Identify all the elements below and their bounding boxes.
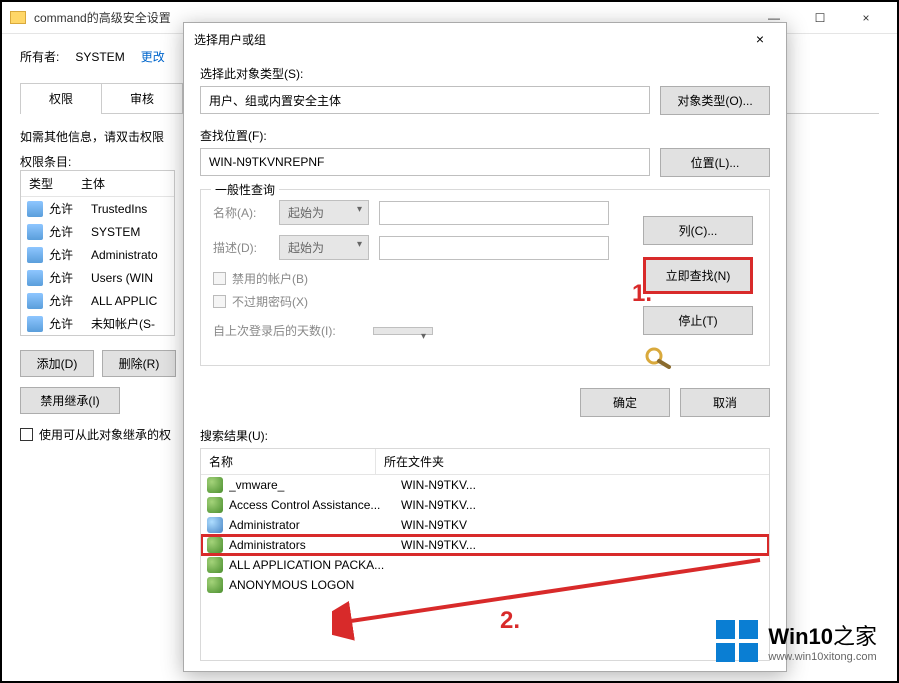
result-name: Administrator [229, 518, 395, 532]
annotation-2: 2. [500, 607, 520, 635]
result-name: Administrators [229, 538, 395, 552]
user-icon [207, 517, 223, 533]
result-folder: WIN-N9TKV... [401, 478, 476, 492]
disabled-accounts-checkbox[interactable] [213, 272, 226, 285]
desc-label: 描述(D): [213, 239, 269, 256]
common-queries-group: 一般性查询 名称(A): 起始为 描述(D): 起始为 禁用的帐户(B) 不过期… [200, 189, 770, 366]
watermark-url: www.win10xitong.com [768, 651, 877, 663]
perm-row[interactable]: 允许未知帐户(S- [21, 312, 174, 335]
group-icon [207, 557, 223, 573]
result-row[interactable]: Access Control Assistance... WIN-N9TKV... [201, 495, 769, 515]
location-label: 查找位置(F): [200, 127, 770, 144]
search-icon [643, 347, 673, 369]
desc-combo[interactable]: 起始为 [279, 235, 369, 260]
name-combo[interactable]: 起始为 [279, 200, 369, 225]
search-results-list[interactable]: 名称 所在文件夹 _vmware_WIN-N9TKV...Access Cont… [200, 448, 770, 661]
tab-permissions[interactable]: 权限 [20, 83, 102, 113]
stop-button[interactable]: 停止(T) [643, 306, 753, 335]
perm-row[interactable]: 允许Administrato [21, 243, 174, 266]
disable-inheritance-button[interactable]: 禁用继承(I) [20, 387, 120, 414]
watermark-brand: Win10 [768, 624, 833, 649]
col-type: 类型 [21, 171, 73, 196]
perm-row[interactable]: 允许SYSTEM [21, 220, 174, 243]
days-since-logon-label: 自上次登录后的天数(I): [213, 322, 363, 339]
result-row[interactable]: Administrator WIN-N9TKV [201, 515, 769, 535]
user-icon [27, 224, 43, 240]
owner-value: SYSTEM [75, 50, 124, 64]
annotation-1: 1. [632, 280, 652, 308]
object-types-button[interactable]: 对象类型(O)... [660, 86, 770, 115]
watermark: Win10之家 www.win10xitong.com [716, 619, 877, 663]
result-name: ALL APPLICATION PACKA... [229, 558, 395, 572]
remove-button[interactable]: 删除(R) [102, 350, 176, 377]
result-row[interactable]: ANONYMOUS LOGON [201, 575, 769, 595]
days-combo[interactable] [373, 327, 433, 335]
ok-button[interactable]: 确定 [580, 388, 670, 417]
result-name: ANONYMOUS LOGON [229, 578, 395, 592]
dlg-close-button[interactable]: × [744, 27, 776, 51]
user-icon [27, 316, 43, 332]
user-icon [27, 201, 43, 217]
name-input[interactable] [379, 201, 609, 225]
windows-logo-icon [716, 620, 758, 662]
watermark-suffix: 之家 [833, 624, 877, 649]
name-label: 名称(A): [213, 204, 269, 221]
change-owner-link[interactable]: 更改 [141, 48, 165, 65]
tab-auditing[interactable]: 审核 [101, 83, 183, 113]
result-folder: WIN-N9TKV... [401, 498, 476, 512]
permission-list[interactable]: 类型 主体 允许TrustedIns 允许SYSTEM 允许Administra… [20, 170, 175, 336]
user-icon [27, 293, 43, 309]
perm-row[interactable]: 允许ALL APPLIC [21, 289, 174, 312]
col-name: 名称 [201, 449, 376, 474]
find-now-button[interactable]: 立即查找(N) [643, 257, 753, 294]
desc-input[interactable] [379, 236, 609, 260]
close-button[interactable]: × [843, 3, 889, 33]
result-name: Access Control Assistance... [229, 498, 395, 512]
perm-row[interactable]: 允许Users (WIN [21, 266, 174, 289]
replace-checkbox[interactable] [20, 428, 33, 441]
select-user-group-dialog: 选择用户或组 × 选择此对象类型(S): 对象类型(O)... 查找位置(F):… [183, 22, 787, 672]
result-folder: WIN-N9TKV... [401, 538, 476, 552]
locations-button[interactable]: 位置(L)... [660, 148, 770, 177]
user-icon [27, 247, 43, 263]
dlg-titlebar: 选择用户或组 × [184, 23, 786, 55]
cancel-button[interactable]: 取消 [680, 388, 770, 417]
group-icon [207, 537, 223, 553]
result-row[interactable]: _vmware_ WIN-N9TKV... [201, 475, 769, 495]
result-row[interactable]: ALL APPLICATION PACKA... [201, 555, 769, 575]
col-folder: 所在文件夹 [376, 449, 452, 474]
folder-icon [10, 11, 26, 24]
disabled-accounts-label: 禁用的帐户(B) [232, 270, 308, 287]
location-field[interactable] [200, 148, 650, 176]
object-type-label: 选择此对象类型(S): [200, 65, 770, 82]
columns-button[interactable]: 列(C)... [643, 216, 753, 245]
dlg-title: 选择用户或组 [194, 31, 744, 48]
object-type-field[interactable] [200, 86, 650, 114]
col-principal: 主体 [73, 171, 113, 196]
result-name: _vmware_ [229, 478, 395, 492]
group-icon [207, 477, 223, 493]
owner-label: 所有者: [20, 48, 59, 65]
replace-label: 使用可从此对象继承的权 [39, 426, 171, 443]
perm-row[interactable]: 允许TrustedIns [21, 197, 174, 220]
add-button[interactable]: 添加(D) [20, 350, 94, 377]
group-icon [207, 577, 223, 593]
common-queries-legend: 一般性查询 [211, 181, 279, 198]
user-icon [27, 270, 43, 286]
result-row[interactable]: Administrators WIN-N9TKV... [201, 535, 769, 555]
results-label: 搜索结果(U): [200, 427, 770, 444]
group-icon [207, 497, 223, 513]
maximize-button[interactable]: ☐ [797, 3, 843, 33]
nonexpiring-password-checkbox[interactable] [213, 295, 226, 308]
result-folder: WIN-N9TKV [401, 518, 467, 532]
nonexpiring-password-label: 不过期密码(X) [232, 293, 308, 310]
